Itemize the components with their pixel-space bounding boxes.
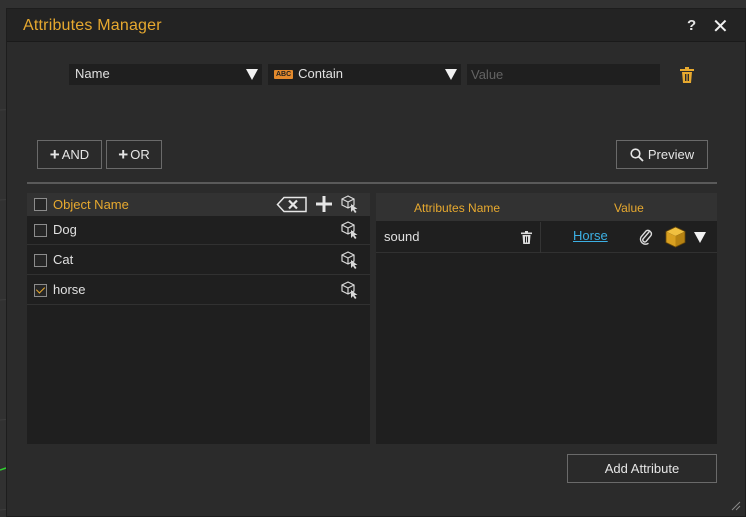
add-object-icon[interactable]	[315, 195, 333, 213]
add-attribute-button[interactable]: Add Attribute	[567, 454, 717, 483]
object-select-icon[interactable]	[341, 221, 359, 239]
operator-select-value: Contain	[298, 66, 343, 81]
attribute-name: sound	[384, 229, 420, 244]
add-or-label: OR	[130, 147, 150, 162]
window-title: Attributes Manager	[23, 17, 162, 34]
object-row-dog[interactable]: Dog	[27, 216, 370, 245]
object-name: Cat	[53, 252, 74, 267]
close-button[interactable]: ✕	[712, 14, 732, 38]
attributes-manager-dialog: Attributes Manager ? ✕ Name ABC Contain +…	[6, 8, 746, 517]
field-select[interactable]: Name	[69, 64, 262, 85]
object-select-icon[interactable]	[341, 281, 359, 299]
plus-icon: +	[49, 145, 60, 164]
column-divider	[540, 222, 541, 253]
plus-icon: +	[118, 145, 129, 164]
trash-icon[interactable]	[680, 67, 694, 83]
value-input[interactable]	[467, 64, 660, 85]
chevron-down-icon[interactable]	[694, 232, 706, 243]
operator-select[interactable]: ABC Contain	[268, 64, 461, 85]
object-checkbox[interactable]	[34, 224, 47, 237]
value-column-header: Value	[614, 201, 644, 215]
select-all-checkbox[interactable]	[34, 198, 47, 211]
attribute-row[interactable]: sound Horse	[376, 222, 717, 253]
chevron-down-icon	[445, 69, 457, 80]
attribute-value-link[interactable]: Horse	[573, 228, 608, 243]
object-select-icon[interactable]	[341, 195, 359, 213]
trash-icon[interactable]	[521, 231, 532, 244]
attributes-panel: Attributes Name Value sound Horse	[376, 193, 717, 444]
object-name: Dog	[53, 222, 77, 237]
object-row-horse[interactable]: horse	[27, 276, 370, 305]
preview-label: Preview	[647, 147, 695, 162]
add-and-button[interactable]: + AND	[37, 140, 102, 169]
divider	[27, 182, 717, 184]
field-select-value: Name	[75, 66, 110, 81]
object-list-panel: Object Name Dog Cat horse	[27, 193, 370, 444]
object-name-header: Object Name	[53, 197, 129, 212]
object-select-icon[interactable]	[341, 251, 359, 269]
title-bar[interactable]: Attributes Manager ? ✕	[7, 9, 745, 42]
attributes-name-column-header: Attributes Name	[414, 201, 501, 215]
attributes-header: Attributes Name Value	[376, 193, 717, 221]
chevron-down-icon	[246, 69, 258, 80]
object-name: horse	[53, 282, 86, 297]
search-icon	[630, 147, 644, 162]
cube-icon[interactable]	[665, 226, 686, 248]
resize-grip-icon[interactable]	[729, 499, 741, 511]
preview-button[interactable]: Preview	[616, 140, 708, 169]
clear-input-icon[interactable]	[276, 196, 308, 213]
add-or-button[interactable]: + OR	[106, 140, 162, 169]
object-row-cat[interactable]: Cat	[27, 246, 370, 275]
object-list-header: Object Name	[27, 193, 370, 216]
object-checkbox[interactable]	[34, 254, 47, 267]
object-checkbox[interactable]	[34, 284, 47, 297]
add-and-label: AND	[61, 147, 90, 162]
help-button[interactable]: ?	[687, 17, 701, 35]
text-type-icon: ABC	[274, 70, 294, 79]
paperclip-icon[interactable]	[639, 228, 653, 245]
